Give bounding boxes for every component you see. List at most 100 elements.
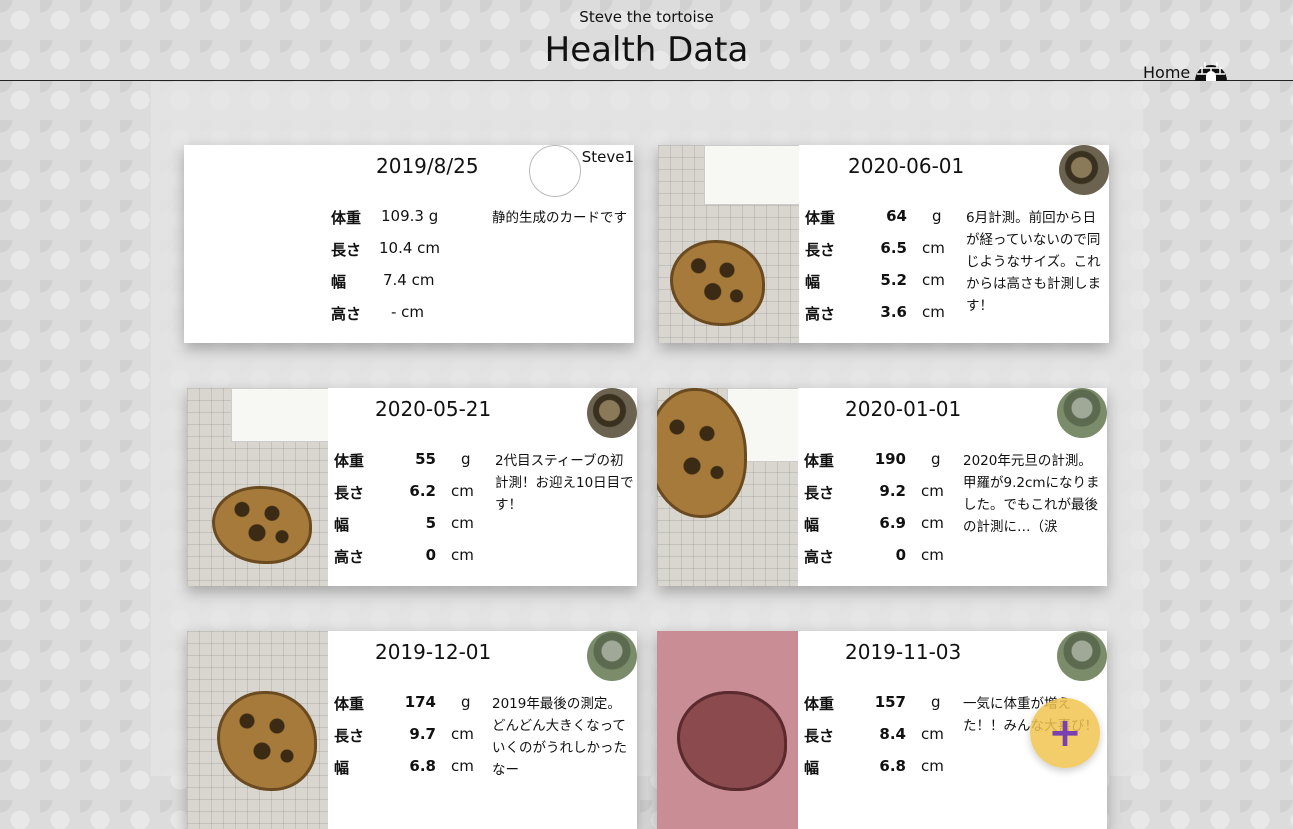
metrics-table: 体重 64 g 長さ 6.5 cm 幅 5.2 cm 高さ 3.6 cm bbox=[805, 207, 955, 335]
width-unit: cm bbox=[921, 514, 944, 532]
page-subtitle: Steve the tortoise bbox=[579, 8, 714, 26]
width-value: 5 bbox=[425, 514, 436, 532]
card-photo bbox=[184, 145, 325, 343]
length-unit: cm bbox=[451, 482, 474, 500]
length-unit: cm bbox=[451, 725, 474, 743]
card-photo bbox=[658, 145, 799, 343]
height-unit: cm bbox=[921, 546, 944, 564]
owner-name: Steve1 bbox=[581, 148, 634, 166]
card-photo bbox=[657, 631, 798, 829]
card-note: 2代目スティーブの初計測！お迎え10日目です！ bbox=[495, 453, 634, 513]
length-label: 長さ bbox=[805, 241, 836, 259]
height-value: 3.6 bbox=[880, 303, 907, 321]
width-value: 6.8 bbox=[879, 757, 906, 775]
page-title: Health Data bbox=[544, 30, 749, 70]
weight-label: 体重 bbox=[334, 452, 365, 470]
metrics-table: 体重 55 g 長さ 6.2 cm 幅 5 cm 高さ 0 cm bbox=[334, 450, 484, 578]
weight-unit: g bbox=[461, 693, 471, 711]
avatar bbox=[1057, 388, 1107, 438]
width-unit: cm bbox=[451, 514, 474, 532]
length-label: 長さ bbox=[334, 727, 365, 745]
length-unit: cm bbox=[921, 482, 944, 500]
health-card[interactable]: 2019/8/25 Steve1 体重 109.3 g 長さ 10.4 cm 幅 7.… bbox=[184, 145, 634, 343]
weight-label: 体重 bbox=[804, 695, 835, 713]
length-label: 長さ bbox=[331, 241, 362, 259]
width-label: 幅 bbox=[804, 516, 820, 534]
add-record-button[interactable]: + bbox=[1030, 698, 1100, 768]
card-note: 静的生成のカードです bbox=[492, 210, 627, 226]
height-label: 高さ bbox=[331, 305, 362, 323]
height-value: 0 bbox=[425, 546, 436, 564]
metrics-table: 体重 157 g 長さ 8.4 cm 幅 6.8 cm bbox=[804, 693, 954, 789]
weight-label: 体重 bbox=[334, 695, 365, 713]
weight-value: 55 bbox=[415, 450, 436, 468]
width-value: 6.8 bbox=[409, 757, 436, 775]
width-label: 幅 bbox=[804, 759, 820, 777]
length-value: 9.2 bbox=[879, 482, 906, 500]
width-unit: cm bbox=[921, 757, 944, 775]
height-unit: cm bbox=[451, 546, 474, 564]
width-value: 6.9 bbox=[879, 514, 906, 532]
weight-unit: g bbox=[932, 207, 942, 225]
card-date: 2019-12-01 bbox=[375, 640, 492, 664]
home-label: Home bbox=[1143, 63, 1191, 82]
width-label: 幅 bbox=[805, 273, 821, 291]
length-unit: cm bbox=[921, 725, 944, 743]
width-label: 幅 bbox=[334, 759, 350, 777]
width-value: 5.2 bbox=[880, 271, 907, 289]
height-value: - cm bbox=[391, 303, 425, 321]
height-label: 高さ bbox=[804, 548, 835, 566]
weight-unit: g bbox=[461, 450, 471, 468]
length-value: 6.5 bbox=[880, 239, 907, 257]
card-date: 2020-05-21 bbox=[375, 397, 492, 421]
card-date: 2019/8/25 bbox=[376, 154, 479, 178]
width-label: 幅 bbox=[331, 273, 347, 291]
card-note: 2020年元旦の計測。甲羅が9.2cmになりました。でもこれが最後の計測に…（涙 bbox=[963, 453, 1100, 535]
card-date: 2020-06-01 bbox=[848, 154, 965, 178]
height-unit: cm bbox=[922, 303, 945, 321]
card-note: 6月計測。前回から日が経っていないので同じようなサイズ。これからは高さも計測しま… bbox=[966, 210, 1101, 314]
card-photo bbox=[187, 631, 328, 829]
home-link[interactable]: Home bbox=[1143, 56, 1229, 82]
avatar bbox=[587, 388, 637, 438]
length-label: 長さ bbox=[804, 727, 835, 745]
card-note: 2019年最後の測定。どんどん大きくなっていくのがうれしかったなー bbox=[492, 696, 627, 778]
weight-value: 157 bbox=[874, 693, 906, 711]
length-unit: cm bbox=[922, 239, 945, 257]
length-value: 9.7 bbox=[409, 725, 436, 743]
length-value: 8.4 bbox=[879, 725, 906, 743]
health-card[interactable]: 2019-12-01 体重 174 g 長さ 9.7 cm 幅 6.8 cm 2019年最後… bbox=[187, 631, 637, 829]
length-value: 6.2 bbox=[409, 482, 436, 500]
health-card[interactable]: 2020-01-01 体重 190 g 長さ 9.2 cm 幅 6.9 cm 高さ 0 cm 2… bbox=[657, 388, 1107, 586]
metrics-table: 体重 109.3 g 長さ 10.4 cm 幅 7.4 cm 高さ - cm bbox=[331, 207, 481, 335]
avatar bbox=[1059, 145, 1109, 195]
avatar bbox=[587, 631, 637, 681]
height-value: 0 bbox=[895, 546, 906, 564]
page-header: Steve the tortoise Health Data Home bbox=[0, 0, 1293, 82]
weight-unit: g bbox=[931, 450, 941, 468]
height-label: 高さ bbox=[334, 548, 365, 566]
weight-value: 190 bbox=[874, 450, 906, 468]
card-date: 2020-01-01 bbox=[845, 397, 962, 421]
weight-label: 体重 bbox=[804, 452, 835, 470]
health-card[interactable]: 2020-05-21 体重 55 g 長さ 6.2 cm 幅 5 cm 高さ 0 cm 2代目ス… bbox=[187, 388, 637, 586]
metrics-table: 体重 190 g 長さ 9.2 cm 幅 6.9 cm 高さ 0 cm bbox=[804, 450, 954, 578]
width-unit: cm bbox=[922, 271, 945, 289]
length-label: 長さ bbox=[804, 484, 835, 502]
weight-label: 体重 bbox=[331, 209, 362, 227]
length-label: 長さ bbox=[334, 484, 365, 502]
card-photo bbox=[657, 388, 798, 586]
plus-icon: + bbox=[1048, 710, 1082, 756]
avatar bbox=[1057, 631, 1107, 681]
width-value: 7.4 cm bbox=[383, 271, 435, 289]
metrics-table: 体重 174 g 長さ 9.7 cm 幅 6.8 cm bbox=[334, 693, 484, 789]
card-photo bbox=[187, 388, 328, 586]
height-label: 高さ bbox=[805, 305, 836, 323]
length-value: 10.4 cm bbox=[379, 239, 441, 257]
width-label: 幅 bbox=[334, 516, 350, 534]
avatar bbox=[529, 145, 581, 197]
weight-value: 64 bbox=[886, 207, 907, 225]
weight-label: 体重 bbox=[805, 209, 836, 227]
weight-value: 109.3 g bbox=[381, 207, 439, 225]
health-card[interactable]: 2020-06-01 体重 64 g 長さ 6.5 cm 幅 5.2 cm 高さ 3.6 cm … bbox=[658, 145, 1109, 343]
